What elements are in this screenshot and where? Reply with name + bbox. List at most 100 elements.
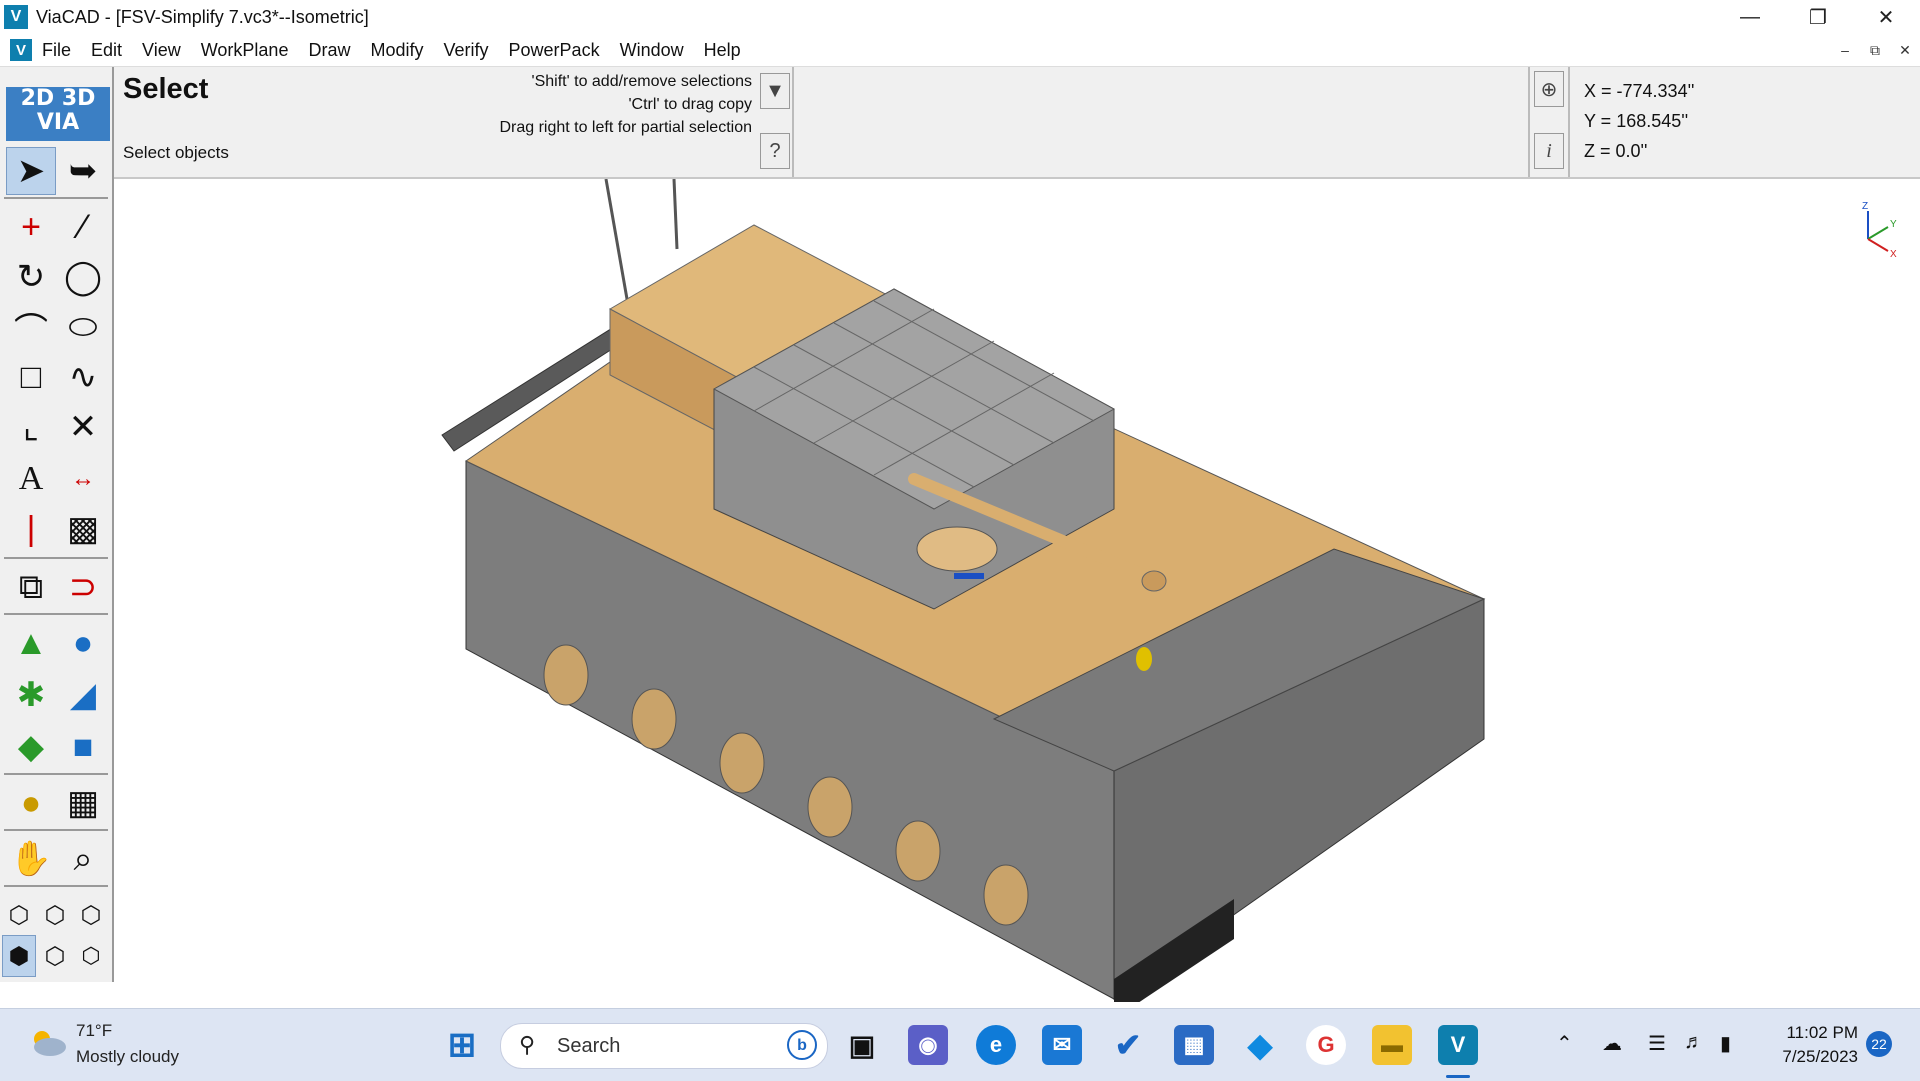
chevron-up-icon[interactable]: ⌃ — [1556, 1031, 1573, 1056]
active-indicator — [1446, 1075, 1470, 1078]
pan-icon[interactable]: ✋ — [6, 835, 56, 883]
dimension-icon[interactable]: ↔ — [58, 455, 108, 503]
snap-target-icon[interactable]: ⊕ — [1534, 71, 1564, 107]
rectangle-icon[interactable]: □ — [6, 353, 56, 401]
weather-desc[interactable]: Mostly cloudy — [76, 1047, 179, 1067]
viacad-taskbar-icon[interactable]: V — [1438, 1025, 1478, 1065]
toolbar-divider — [4, 885, 108, 887]
document-icon[interactable]: V — [10, 39, 32, 61]
options-dropdown-icon[interactable]: ▼ — [760, 73, 790, 109]
doc-minimize-icon[interactable]: – — [1834, 40, 1856, 60]
hidden-line-view-icon[interactable]: ⬡ — [38, 891, 72, 939]
ellipse-icon[interactable]: ⬭ — [58, 303, 108, 351]
hint-ctrl: 'Ctrl' to drag copy — [628, 96, 753, 113]
clock[interactable]: 11:02 PM 7/25/2023 — [1770, 1023, 1858, 1067]
menu-edit[interactable]: Edit — [91, 40, 122, 61]
doc-close-icon[interactable]: ✕ — [1894, 40, 1916, 60]
battery-icon[interactable]: ▮ — [1720, 1031, 1731, 1056]
help-icon[interactable]: ? — [760, 133, 790, 169]
file-explorer-icon[interactable]: ▬ — [1372, 1025, 1412, 1065]
box-icon[interactable]: ■ — [58, 723, 108, 771]
minimize-icon[interactable]: — — [1716, 0, 1784, 34]
menu-powerpack[interactable]: PowerPack — [509, 40, 600, 61]
viacad-logo-icon[interactable]: V — [4, 5, 28, 29]
point-icon[interactable]: + — [6, 203, 56, 251]
circle-icon[interactable]: ◯ — [58, 253, 108, 301]
road-wheel — [631, 688, 677, 750]
shaded-edge-view-icon[interactable]: ⬡ — [74, 891, 108, 939]
menu-modify[interactable]: Modify — [370, 40, 423, 61]
edge-icon[interactable]: e — [976, 1025, 1016, 1065]
mail-icon[interactable]: ✉ — [1042, 1025, 1082, 1065]
menu-bar: V File Edit View WorkPlane Draw Modify V… — [0, 34, 1920, 67]
road-wheel — [983, 864, 1029, 926]
road-wheel — [807, 776, 853, 838]
menu-verify[interactable]: Verify — [444, 40, 489, 61]
toolbar-divider — [4, 197, 108, 199]
app-icon[interactable]: ◆ — [1240, 1025, 1280, 1065]
select-partial-icon[interactable]: ➥ — [58, 147, 108, 195]
road-wheel — [895, 820, 941, 882]
cupola-sight — [954, 573, 984, 579]
spline-icon[interactable]: ∿ — [58, 353, 108, 401]
menu-draw[interactable]: Draw — [308, 40, 350, 61]
info-icon[interactable]: i — [1534, 133, 1564, 169]
weather-temp[interactable]: 71°F — [76, 1021, 112, 1041]
volume-icon[interactable]: ♬ — [1684, 1031, 1704, 1054]
sphere-icon[interactable]: ● — [58, 619, 108, 667]
hatch-icon[interactable]: ▩ — [58, 505, 108, 553]
text-icon[interactable]: A — [6, 455, 56, 503]
task-view-icon[interactable]: ▣ — [842, 1025, 882, 1065]
panel-divider — [792, 67, 794, 177]
menu-workplane[interactable]: WorkPlane — [201, 40, 289, 61]
trim-icon[interactable]: ✕ — [58, 403, 108, 451]
search-input[interactable]: ⚲ Search b — [500, 1023, 828, 1069]
restore-icon[interactable]: ❐ — [1784, 0, 1852, 34]
shell-icon[interactable]: ◢ — [58, 671, 108, 719]
clock-date: 7/25/2023 — [1782, 1047, 1858, 1066]
notification-badge[interactable]: 22 — [1866, 1031, 1892, 1057]
views-icon[interactable]: ▦ — [58, 779, 108, 827]
coord-y: Y = 168.545'' — [1584, 111, 1689, 131]
wifi-icon[interactable]: ☰ — [1648, 1031, 1666, 1056]
logo-text-2d3d: 2D 3D — [20, 86, 96, 111]
select-arrow-icon[interactable]: ➤ — [6, 147, 56, 195]
close-icon[interactable]: ✕ — [1852, 0, 1920, 34]
magnet-icon[interactable]: ⊃ — [58, 563, 108, 611]
arc-icon[interactable]: ↻ — [6, 253, 56, 301]
tank-model[interactable] — [114, 179, 1920, 1002]
logo-text-via: VIA — [36, 110, 80, 135]
windows-start-icon[interactable]: ⊞ — [442, 1025, 482, 1065]
doc-restore-icon[interactable]: ⧉ — [1864, 40, 1886, 60]
shaded-view-icon[interactable]: ⬢ — [2, 935, 36, 977]
coord-x: X = -774.334'' — [1584, 81, 1695, 101]
menu-window[interactable]: Window — [620, 40, 684, 61]
road-wheel — [719, 732, 765, 794]
cad-viewport[interactable]: Z Y X — [114, 179, 1920, 1002]
line-icon[interactable]: ⁄ — [58, 203, 108, 251]
command-title: Select — [123, 73, 209, 105]
menu-file[interactable]: File — [42, 40, 71, 61]
menu-help[interactable]: Help — [704, 40, 741, 61]
loft-icon[interactable]: ◆ — [6, 723, 56, 771]
render-icon[interactable]: ● — [6, 779, 56, 827]
revolve-icon[interactable]: ✱ — [6, 671, 56, 719]
onedrive-error-icon[interactable]: ☁ — [1602, 1031, 1622, 1056]
wireframe-view-icon[interactable]: ⬡ — [2, 891, 36, 939]
render-view-icon[interactable]: ⬡ — [74, 935, 108, 977]
google-icon[interactable]: G — [1306, 1025, 1346, 1065]
outline-view-icon[interactable]: ⬡ — [38, 935, 72, 977]
zoom-icon[interactable]: ⌕ — [58, 835, 108, 883]
extrude-icon[interactable]: ▲ — [6, 619, 56, 667]
todo-icon[interactable]: ✔ — [1108, 1025, 1148, 1065]
menu-view[interactable]: View — [142, 40, 181, 61]
fillet-icon[interactable]: ⌞ — [6, 403, 56, 451]
teams-icon[interactable]: ◉ — [908, 1025, 948, 1065]
cloudy-weather-icon[interactable] — [28, 1029, 68, 1057]
centerline-icon[interactable]: | — [6, 505, 56, 553]
store-icon[interactable]: ▦ — [1174, 1025, 1214, 1065]
curve-icon[interactable]: ⌒ — [6, 303, 56, 351]
transform-icon[interactable]: ⧉ — [6, 563, 56, 611]
bing-icon[interactable]: b — [787, 1030, 817, 1060]
command-subtitle: Select objects — [123, 143, 229, 162]
